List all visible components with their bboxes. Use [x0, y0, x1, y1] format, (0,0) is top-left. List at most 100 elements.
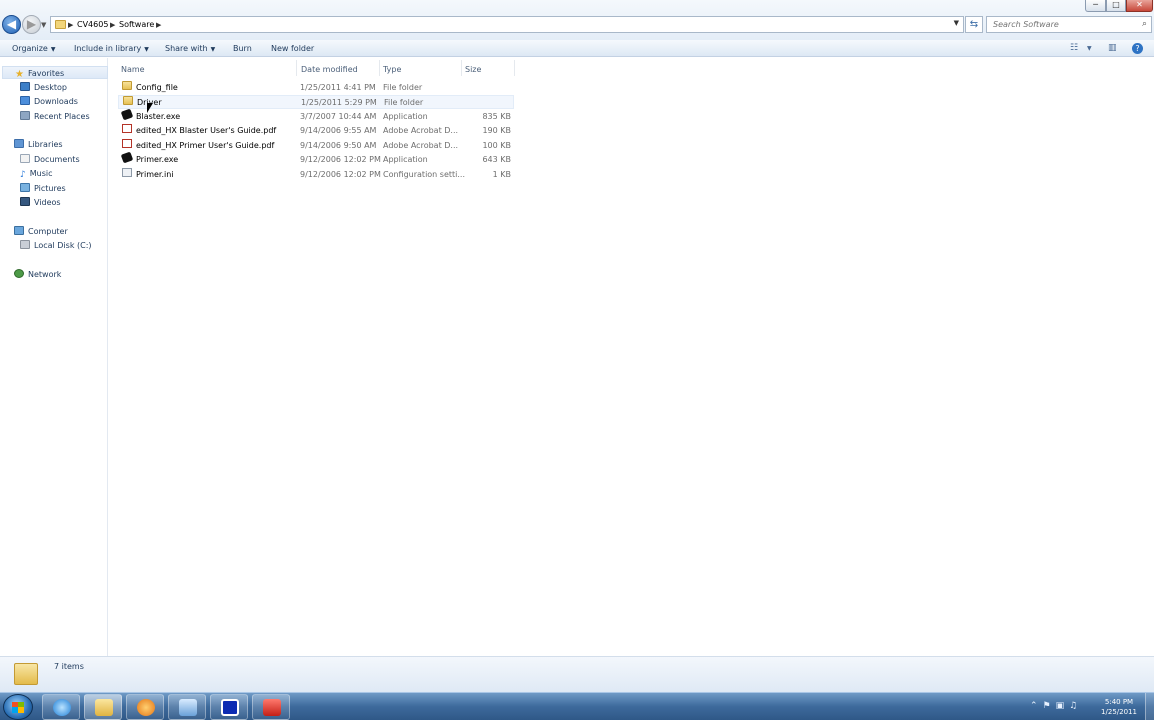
- file-type: Adobe Acrobat D...: [383, 141, 459, 150]
- taskbar-windows-explorer[interactable]: [84, 694, 122, 720]
- nav-network[interactable]: Network: [14, 268, 61, 281]
- help-icon[interactable]: ?: [1132, 43, 1143, 54]
- nav-music[interactable]: ♪ Music: [20, 167, 53, 180]
- nav-favorites-label: Favorites: [27, 69, 65, 78]
- file-date: 1/25/2011 5:29 PM: [301, 98, 377, 107]
- organize-label: Organize: [12, 44, 48, 53]
- application-window-icon: [221, 699, 239, 716]
- breadcrumb-software[interactable]: Software: [119, 19, 154, 31]
- file-type: File folder: [384, 98, 424, 107]
- share-with-menu[interactable]: Share with ▼: [165, 43, 215, 55]
- nav-documents[interactable]: Documents: [20, 153, 80, 166]
- file-type: Application: [383, 112, 428, 121]
- taskbar-device-manager[interactable]: [168, 694, 206, 720]
- folder-icon: [123, 96, 133, 105]
- list-item[interactable]: edited_HX Blaster User's Guide.pdf 9/14/…: [118, 124, 514, 138]
- column-header-type[interactable]: Type: [383, 64, 401, 75]
- toolbox-icon: [263, 699, 281, 716]
- file-name: Primer.ini: [136, 170, 174, 179]
- tray-chevron-icon[interactable]: ⌃: [1030, 701, 1043, 711]
- address-history-dropdown[interactable]: ▼: [954, 19, 959, 27]
- breadcrumb-separator-icon[interactable]: ▶: [156, 19, 161, 31]
- nav-recent-places[interactable]: Recent Places: [20, 110, 90, 123]
- column-header-size[interactable]: Size: [465, 64, 481, 75]
- refresh-icon: ⇆: [969, 19, 979, 30]
- search-input[interactable]: [987, 17, 1127, 32]
- file-name: edited_HX Primer User's Guide.pdf: [136, 141, 275, 150]
- nav-computer[interactable]: Computer: [14, 225, 68, 238]
- command-bar: Organize ▼ Include in library ▼ Share with…: [0, 40, 1154, 57]
- back-button[interactable]: ◀: [2, 15, 21, 34]
- new-folder-button[interactable]: New folder: [271, 43, 314, 54]
- recent-pages-dropdown[interactable]: ▼: [41, 21, 46, 29]
- list-item[interactable]: Blaster.exe 3/7/2007 10:44 AM Applicatio…: [118, 108, 514, 124]
- flag-icon[interactable]: ⚑: [1043, 701, 1056, 711]
- nav-libraries[interactable]: Libraries: [14, 138, 63, 151]
- view-options-chevron-icon[interactable]: ▼: [1087, 43, 1092, 54]
- forward-button[interactable]: ▶: [22, 15, 41, 34]
- nav-network-label: Network: [28, 270, 62, 279]
- search-box[interactable]: ⌕: [986, 16, 1152, 33]
- nav-downloads[interactable]: Downloads: [20, 95, 78, 108]
- file-type: Configuration setti...: [383, 170, 466, 179]
- list-item[interactable]: edited_HX Primer User's Guide.pdf 9/14/2…: [118, 139, 514, 153]
- column-divider[interactable]: [514, 60, 515, 76]
- search-icon[interactable]: ⌕: [1142, 19, 1147, 29]
- taskbar-toolbox[interactable]: [252, 694, 290, 720]
- maximize-button[interactable]: □: [1106, 0, 1126, 12]
- pictures-icon: [20, 183, 30, 192]
- include-in-library-menu[interactable]: Include in library ▼: [74, 43, 149, 55]
- computer-icon: [14, 226, 24, 235]
- column-header-date-modified[interactable]: Date modified: [301, 64, 358, 75]
- refresh-button[interactable]: ⇆: [965, 16, 983, 33]
- taskbar-media-player[interactable]: [126, 694, 164, 720]
- details-pane: 7 items: [0, 656, 1154, 692]
- nav-music-label: Music: [29, 169, 53, 178]
- list-item[interactable]: Primer.exe 9/12/2006 12:02 PM Applicatio…: [118, 151, 514, 167]
- system-tray[interactable]: ⌃⚑▣♫: [1030, 701, 1082, 711]
- file-size: 190 KB: [482, 126, 511, 135]
- address-field[interactable]: ▶ CV4605 ▶ Software ▶ ▼: [50, 16, 964, 33]
- libraries-icon: [14, 139, 24, 148]
- organize-menu[interactable]: Organize ▼: [12, 43, 55, 55]
- minimize-button[interactable]: ─: [1085, 0, 1106, 12]
- file-size: 100 KB: [482, 141, 511, 150]
- music-icon: ♪: [20, 170, 26, 180]
- nav-favorites[interactable]: ★ Favorites: [2, 66, 108, 80]
- clock-time: 5:40 PM: [1104, 698, 1134, 706]
- column-header-name[interactable]: Name: [121, 64, 145, 75]
- close-button[interactable]: ✕: [1126, 0, 1153, 12]
- application-icon: [120, 108, 134, 121]
- clock[interactable]: 5:40 PM 1/25/2011: [1096, 697, 1142, 717]
- nav-pictures[interactable]: Pictures: [20, 182, 66, 195]
- nav-local-disk[interactable]: Local Disk (C:): [20, 239, 92, 252]
- start-button[interactable]: [3, 694, 33, 720]
- videos-icon: [20, 197, 30, 206]
- media-player-icon: [137, 699, 155, 716]
- change-view-icon[interactable]: ☷: [1070, 43, 1078, 54]
- preview-pane-icon[interactable]: ▥: [1108, 43, 1117, 54]
- column-divider[interactable]: [461, 60, 462, 76]
- network-status-icon[interactable]: ▣: [1056, 701, 1070, 711]
- taskbar-application[interactable]: [210, 694, 248, 720]
- address-bar-area: ─ □ ✕ ◀ ▶ ▼ ▶ CV4605 ▶ Software ▶ ▼ ⇆ ⌕: [0, 0, 1154, 40]
- show-desktop-button[interactable]: [1145, 693, 1154, 720]
- nav-computer-label: Computer: [28, 227, 68, 236]
- list-item[interactable]: Driver 1/25/2011 5:29 PM File folder: [118, 95, 514, 109]
- file-type: File folder: [383, 83, 423, 92]
- nav-videos[interactable]: Videos: [20, 196, 61, 209]
- burn-button[interactable]: Burn: [233, 43, 252, 54]
- folder-icon: [14, 663, 38, 685]
- taskbar-internet-explorer[interactable]: [42, 694, 80, 720]
- list-item[interactable]: Primer.ini 9/12/2006 12:02 PM Configurat…: [118, 168, 514, 182]
- breadcrumb-separator-icon[interactable]: ▶: [68, 19, 73, 31]
- nav-desktop[interactable]: Desktop: [20, 81, 67, 94]
- list-item[interactable]: Config_file 1/25/2011 4:41 PM File folde…: [118, 81, 514, 95]
- breadcrumb-cv4605[interactable]: CV4605: [77, 19, 108, 31]
- column-divider[interactable]: [379, 60, 380, 76]
- file-size: 1 KB: [492, 170, 511, 179]
- volume-icon[interactable]: ♫: [1069, 701, 1082, 711]
- breadcrumb-separator-icon[interactable]: ▶: [110, 19, 115, 31]
- nav-desktop-label: Desktop: [34, 83, 67, 92]
- column-divider[interactable]: [296, 60, 297, 76]
